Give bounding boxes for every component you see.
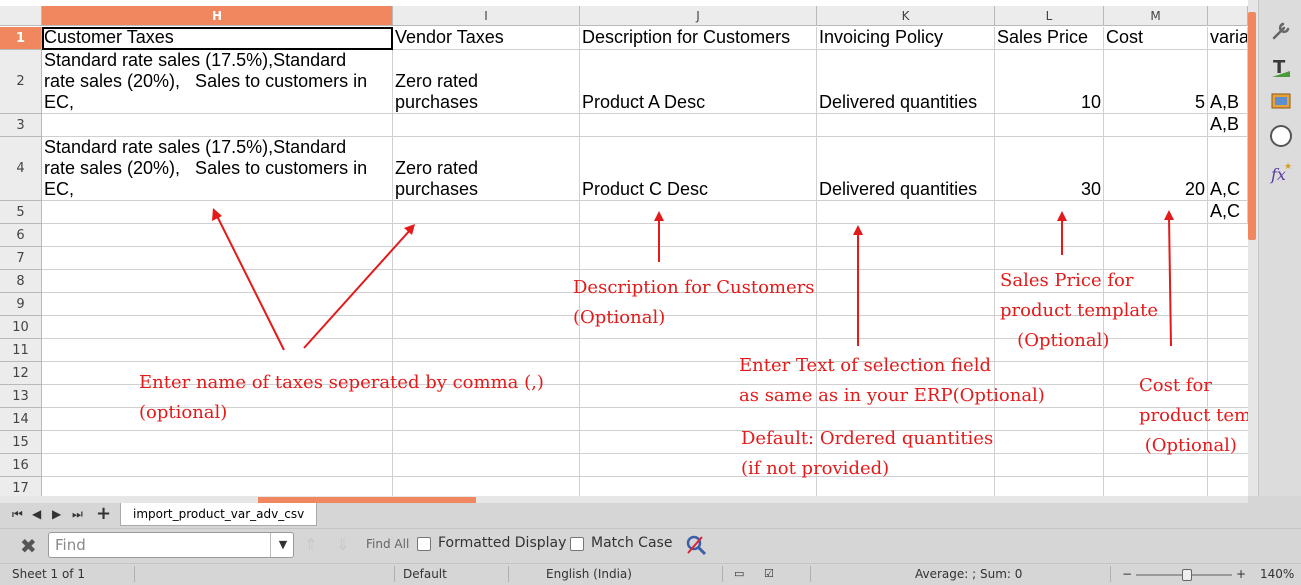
arrowhead [212, 208, 222, 221]
language-status[interactable]: English (India) [546, 567, 632, 581]
match-case-checkbox[interactable] [570, 537, 584, 551]
arrowhead [404, 224, 415, 235]
formatted-display-checkbox[interactable] [417, 537, 431, 551]
document-modified-icon[interactable]: ☑ [764, 567, 774, 580]
status-bar: Sheet 1 of 1 Default English (India) ▭ ☑… [0, 563, 1301, 585]
last-sheet-button[interactable]: ⏭ [72, 507, 83, 522]
sidebar-deck: T fx ★ [1258, 0, 1301, 496]
spreadsheet-grid[interactable]: H I J K L M 1 2 3 4 5 6 7 8 9 10 11 12 1… [0, 0, 1248, 496]
arrow-taxes-vendor [303, 228, 412, 349]
annotation-default: Default: Ordered quantities (if not prov… [741, 428, 994, 479]
previous-sheet-button[interactable]: ◀ [32, 507, 41, 521]
gallery-icon[interactable] [1269, 90, 1293, 114]
horizontal-scrollbar[interactable] [0, 496, 1248, 503]
zoom-level[interactable]: 140% [1260, 567, 1294, 581]
divider [722, 566, 723, 582]
svg-text:★: ★ [1284, 162, 1292, 172]
divider [394, 566, 395, 582]
page-style[interactable]: Default [403, 567, 447, 581]
properties-icon[interactable] [1269, 20, 1293, 44]
close-find-icon[interactable]: ✖ [20, 534, 37, 558]
first-sheet-button[interactable]: ⏮ [12, 507, 23, 522]
annotation-cost: Cost for product template (Optional) [1139, 375, 1248, 456]
find-next-icon[interactable]: ⇓ [336, 535, 349, 554]
divider [134, 566, 135, 582]
find-replace-icon[interactable] [684, 533, 708, 557]
sheet-tab[interactable]: import_product_var_adv_csv [120, 503, 318, 526]
sheet-count: Sheet 1 of 1 [12, 567, 85, 581]
functions-icon[interactable]: fx ★ [1269, 160, 1293, 184]
zoom-in-button[interactable]: + [1236, 567, 1246, 581]
zoom-slider-handle[interactable] [1182, 569, 1192, 581]
find-previous-icon[interactable]: ⇑ [304, 535, 317, 554]
match-case-label: Match Case [591, 535, 673, 551]
find-input[interactable]: Find [48, 532, 294, 558]
find-toolbar: ✖ Find ▼ ⇑ ⇓ Find All Formatted Display … [0, 528, 1301, 563]
annotation-sales-price: Sales Price for product template (Option… [1000, 270, 1158, 351]
find-all-button[interactable]: Find All [366, 537, 409, 551]
navigator-icon[interactable] [1269, 124, 1293, 148]
sheet-tab-bar: ⏮ ◀ ▶ ⏭ + import_product_var_adv_csv [0, 503, 1301, 527]
vertical-scrollbar-thumb[interactable] [1248, 12, 1256, 240]
arrowhead [1164, 210, 1174, 220]
formatted-display-label: Formatted Display [438, 535, 567, 551]
find-dropdown-chevron-icon[interactable]: ▼ [270, 533, 295, 557]
arrowhead [853, 225, 863, 235]
divider [508, 566, 509, 582]
arrowhead [1057, 211, 1067, 221]
styles-icon[interactable]: T [1269, 56, 1293, 80]
annotation-selection: Enter Text of selection field as same as… [739, 355, 1045, 406]
annotation-description: Description for Customers (Optional) [573, 277, 815, 328]
selection-summary: Average: ; Sum: 0 [915, 567, 1023, 581]
selection-mode-icon[interactable]: ▭ [734, 567, 744, 580]
zoom-out-button[interactable]: − [1122, 567, 1132, 581]
arrow-cost [1168, 216, 1172, 347]
arrow-taxes-customer [215, 213, 285, 351]
next-sheet-button[interactable]: ▶ [52, 507, 61, 521]
add-sheet-icon[interactable]: + [96, 503, 111, 524]
divider [810, 566, 811, 582]
divider [1110, 566, 1111, 582]
annotation-taxes: Enter name of taxes seperated by comma (… [139, 372, 544, 423]
arrowhead [654, 211, 664, 221]
